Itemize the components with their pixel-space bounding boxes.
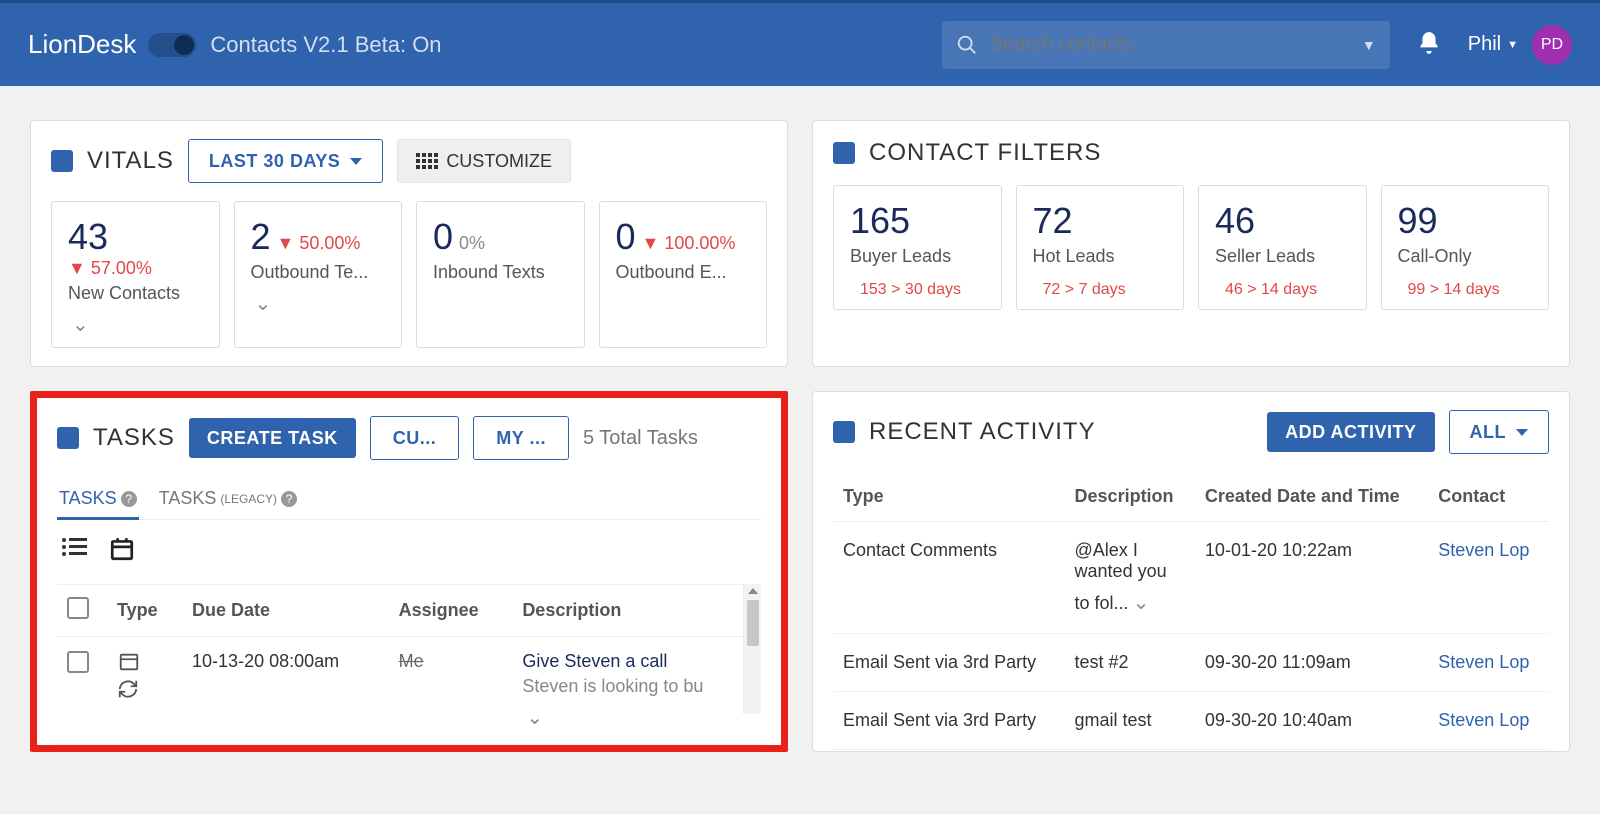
chevron-down-icon[interactable]: ▼ bbox=[1362, 37, 1376, 53]
scrollbar[interactable] bbox=[743, 584, 761, 714]
tasks-title: TASKS bbox=[93, 424, 175, 452]
activity-type: Email Sent via 3rd Party bbox=[833, 692, 1065, 750]
activity-type: Email Sent via 3rd Party bbox=[833, 634, 1065, 692]
chevron-down-icon[interactable]: ⌄ bbox=[526, 705, 543, 730]
col-type[interactable]: Type bbox=[107, 585, 182, 637]
add-activity-button[interactable]: ADD ACTIVITY bbox=[1267, 412, 1434, 452]
vitals-customize-label: CUSTOMIZE bbox=[446, 151, 552, 172]
vital-stat[interactable]: 2▼ 50.00%Outbound Te...⌄ bbox=[234, 201, 403, 348]
vital-stat[interactable]: 00%Inbound Texts bbox=[416, 201, 585, 348]
help-icon[interactable]: ? bbox=[281, 491, 297, 507]
brand: LionDesk bbox=[28, 29, 136, 60]
vital-stat[interactable]: 0▼ 100.00%Outbound E... bbox=[599, 201, 768, 348]
task-desc-sub: Steven is looking to bu bbox=[522, 676, 751, 697]
vitals-range-label: LAST 30 DAYS bbox=[209, 151, 340, 172]
vitals-panel: VITALS LAST 30 DAYS CUSTOMIZE 43▼ 57.00%… bbox=[30, 120, 788, 367]
panel-handle-icon bbox=[833, 421, 855, 443]
activity-date: 09-30-20 11:09am bbox=[1195, 634, 1428, 692]
list-view-icon[interactable] bbox=[61, 536, 89, 558]
filter-stat[interactable]: 72Hot Leads72 > 7 days bbox=[1016, 185, 1185, 310]
table-row[interactable]: Email Sent via 3rd Partygmail test09-30-… bbox=[833, 692, 1549, 750]
activity-title: RECENT ACTIVITY bbox=[869, 418, 1096, 446]
help-icon[interactable]: ? bbox=[121, 491, 137, 507]
table-row[interactable]: Email Sent via 3rd Partytest #209-30-20 … bbox=[833, 634, 1549, 692]
search-contacts[interactable]: ▼ bbox=[942, 21, 1390, 69]
col-due-date[interactable]: Due Date bbox=[182, 585, 389, 637]
activity-desc: @Alex I wanted you to fol...⌄ bbox=[1065, 522, 1195, 634]
avatar[interactable]: PD bbox=[1532, 25, 1572, 65]
user-name-label: Phil bbox=[1468, 33, 1501, 56]
vitals-title: VITALS bbox=[87, 147, 174, 175]
activity-contact-link[interactable]: Steven Lop bbox=[1438, 710, 1529, 730]
table-row[interactable]: 10-13-20 08:00am Me Give Steven a call Stev… bbox=[57, 637, 761, 745]
user-menu[interactable]: Phil ▼ bbox=[1468, 33, 1518, 56]
recent-activity-panel: RECENT ACTIVITY ADD ACTIVITY ALL Type De… bbox=[812, 391, 1570, 752]
col-date[interactable]: Created Date and Time bbox=[1195, 472, 1428, 522]
beta-toggle[interactable] bbox=[148, 33, 196, 57]
tab-tasks[interactable]: TASKS ? bbox=[57, 478, 139, 519]
calendar-icon bbox=[117, 651, 141, 673]
activity-filter-label: ALL bbox=[1470, 422, 1507, 443]
task-desc: Give Steven a call bbox=[522, 651, 751, 672]
activity-contact-link[interactable]: Steven Lop bbox=[1438, 652, 1529, 672]
tasks-panel: TASKS CREATE TASK CU... MY ... 5 Total T… bbox=[37, 398, 781, 745]
task-assignee: Me bbox=[399, 651, 424, 671]
activity-desc: test #2 bbox=[1065, 634, 1195, 692]
caret-down-icon: ▼ bbox=[1507, 39, 1518, 51]
vital-stat[interactable]: 43▼ 57.00%New Contacts⌄ bbox=[51, 201, 220, 348]
tasks-my-button[interactable]: MY ... bbox=[473, 416, 569, 460]
chevron-down-icon[interactable]: ⌄ bbox=[72, 312, 89, 337]
panel-handle-icon bbox=[833, 142, 855, 164]
beta-label: Contacts V2.1 Beta: On bbox=[210, 32, 441, 58]
vitals-customize-button[interactable]: CUSTOMIZE bbox=[397, 139, 571, 183]
contact-filters-panel: CONTACT FILTERS 165Buyer Leads153 > 30 d… bbox=[812, 120, 1570, 367]
filter-stat[interactable]: 165Buyer Leads153 > 30 days bbox=[833, 185, 1002, 310]
col-description[interactable]: Description bbox=[1065, 472, 1195, 522]
task-due: 10-13-20 08:00am bbox=[182, 637, 389, 745]
activity-desc: gmail test bbox=[1065, 692, 1195, 750]
notifications-icon[interactable] bbox=[1416, 30, 1442, 59]
col-description[interactable]: Description bbox=[512, 585, 761, 637]
chevron-down-icon[interactable]: ⌄ bbox=[255, 291, 272, 316]
activity-table: Type Description Created Date and Time C… bbox=[833, 472, 1549, 750]
activity-filter-dropdown[interactable]: ALL bbox=[1449, 410, 1550, 454]
filter-stat[interactable]: 99Call-Only99 > 14 days bbox=[1381, 185, 1550, 310]
activity-date: 10-01-20 10:22am bbox=[1195, 522, 1428, 634]
tasks-total: 5 Total Tasks bbox=[583, 427, 698, 450]
caret-down-icon bbox=[350, 158, 362, 165]
col-type[interactable]: Type bbox=[833, 472, 1065, 522]
repeat-icon bbox=[117, 678, 139, 700]
panel-handle-icon bbox=[57, 427, 79, 449]
search-input[interactable] bbox=[990, 33, 1362, 56]
tasks-table: Type Due Date Assignee Description 10-13… bbox=[57, 584, 761, 745]
search-icon bbox=[956, 34, 978, 56]
create-task-button[interactable]: CREATE TASK bbox=[189, 418, 356, 458]
caret-down-icon bbox=[1516, 429, 1528, 436]
top-bar: LionDesk Contacts V2.1 Beta: On ▼ Phil ▼… bbox=[0, 0, 1600, 86]
grid-icon bbox=[416, 153, 438, 169]
table-row[interactable]: Contact Comments@Alex I wanted you to fo… bbox=[833, 522, 1549, 634]
tab-tasks-legacy[interactable]: TASKS (LEGACY) ? bbox=[157, 478, 299, 519]
panel-handle-icon bbox=[51, 150, 73, 172]
col-assignee[interactable]: Assignee bbox=[389, 585, 513, 637]
chevron-down-icon[interactable]: ⌄ bbox=[1133, 590, 1150, 615]
filters-title: CONTACT FILTERS bbox=[869, 139, 1101, 167]
activity-contact-link[interactable]: Steven Lop bbox=[1438, 540, 1529, 560]
filter-stat[interactable]: 46Seller Leads46 > 14 days bbox=[1198, 185, 1367, 310]
activity-date: 09-30-20 10:40am bbox=[1195, 692, 1428, 750]
vitals-range-dropdown[interactable]: LAST 30 DAYS bbox=[188, 139, 383, 183]
activity-type: Contact Comments bbox=[833, 522, 1065, 634]
select-all-checkbox[interactable] bbox=[67, 597, 89, 619]
col-contact[interactable]: Contact bbox=[1428, 472, 1549, 522]
calendar-view-icon[interactable] bbox=[109, 536, 135, 562]
task-checkbox[interactable] bbox=[67, 651, 89, 673]
tasks-cu-button[interactable]: CU... bbox=[370, 416, 460, 460]
tasks-highlight-box: TASKS CREATE TASK CU... MY ... 5 Total T… bbox=[30, 391, 788, 752]
